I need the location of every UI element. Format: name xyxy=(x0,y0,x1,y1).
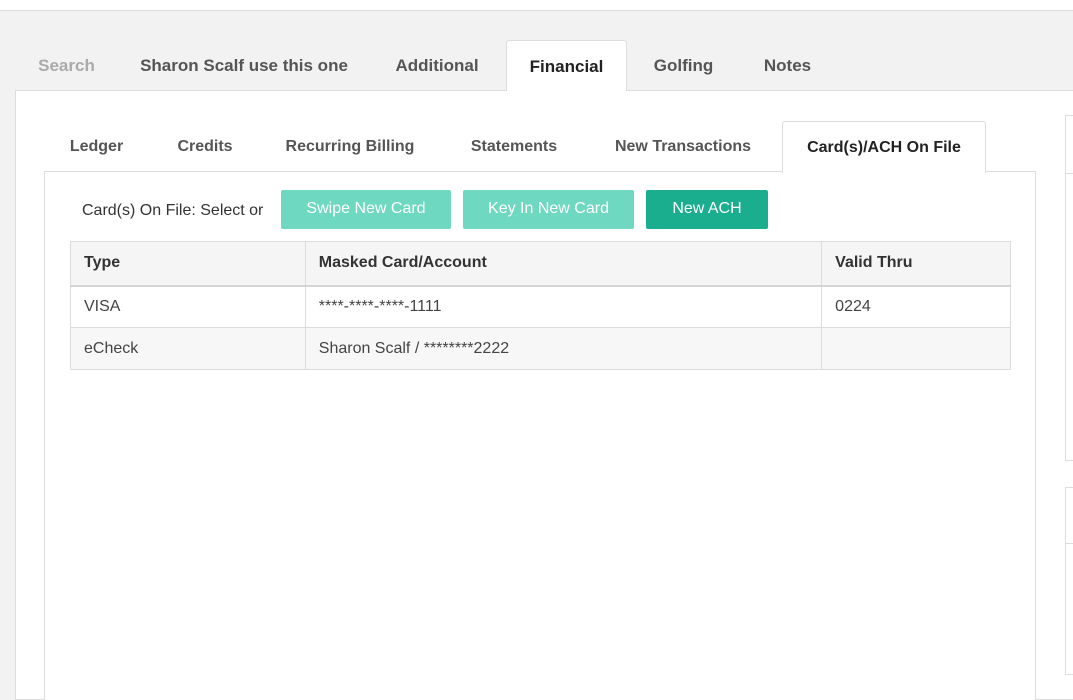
subtab-statements[interactable]: Statements xyxy=(449,121,579,172)
cell-masked-account: ****-****-****-1111 xyxy=(304,285,823,328)
tab-search[interactable]: Search xyxy=(16,40,117,90)
cell-type: eCheck xyxy=(70,327,306,370)
column-header-valid-thru[interactable]: Valid Thru xyxy=(821,241,1011,287)
financial-sub-tab-bar: Ledger Credits Recurring Billing Stateme… xyxy=(44,121,1036,173)
subtab-ledger[interactable]: Ledger xyxy=(52,121,141,172)
subtab-recurring-billing[interactable]: Recurring Billing xyxy=(269,121,431,172)
cards-on-file-label: Card(s) On File: Select or xyxy=(82,202,264,219)
card-toolbar: Card(s) On File: Select or Swipe New Car… xyxy=(82,190,782,229)
cell-valid-thru: 0224 xyxy=(821,285,1011,328)
swipe-new-card-button[interactable]: Swipe New Card xyxy=(281,190,451,229)
key-in-new-card-button[interactable]: Key In New Card xyxy=(463,190,634,229)
subtab-credits[interactable]: Credits xyxy=(157,121,253,172)
cards-on-file-table: Type Masked Card/Account Valid Thru VISA… xyxy=(70,241,1011,370)
subtab-new-transactions[interactable]: New Transactions xyxy=(596,121,770,172)
tab-additional[interactable]: Additional xyxy=(378,40,496,90)
cell-valid-thru xyxy=(821,327,1011,370)
table-row[interactable]: VISA ****-****-****-1111 0224 xyxy=(70,285,1011,328)
top-header-bar xyxy=(0,0,1073,11)
column-header-type[interactable]: Type xyxy=(70,241,306,287)
tab-notes[interactable]: Notes xyxy=(745,40,830,90)
tab-member-name[interactable]: Sharon Scalf use this one xyxy=(131,40,357,90)
main-tab-bar: Search Sharon Scalf use this one Additio… xyxy=(16,40,1073,91)
subtab-cards-ach-on-file[interactable]: Card(s)/ACH On File xyxy=(782,121,986,173)
right-side-panel-top xyxy=(1065,115,1073,461)
cell-masked-account: Sharon Scalf / ********2222 xyxy=(304,327,823,370)
cell-type: VISA xyxy=(70,285,306,328)
tab-golfing[interactable]: Golfing xyxy=(636,40,731,90)
table-row[interactable]: eCheck Sharon Scalf / ********2222 xyxy=(70,327,1011,370)
column-header-masked-card[interactable]: Masked Card/Account xyxy=(304,241,823,287)
new-ach-button[interactable]: New ACH xyxy=(646,190,768,229)
right-side-panel-bottom xyxy=(1065,487,1073,675)
table-header-row: Type Masked Card/Account Valid Thru xyxy=(70,241,1011,287)
tab-financial[interactable]: Financial xyxy=(506,40,627,91)
